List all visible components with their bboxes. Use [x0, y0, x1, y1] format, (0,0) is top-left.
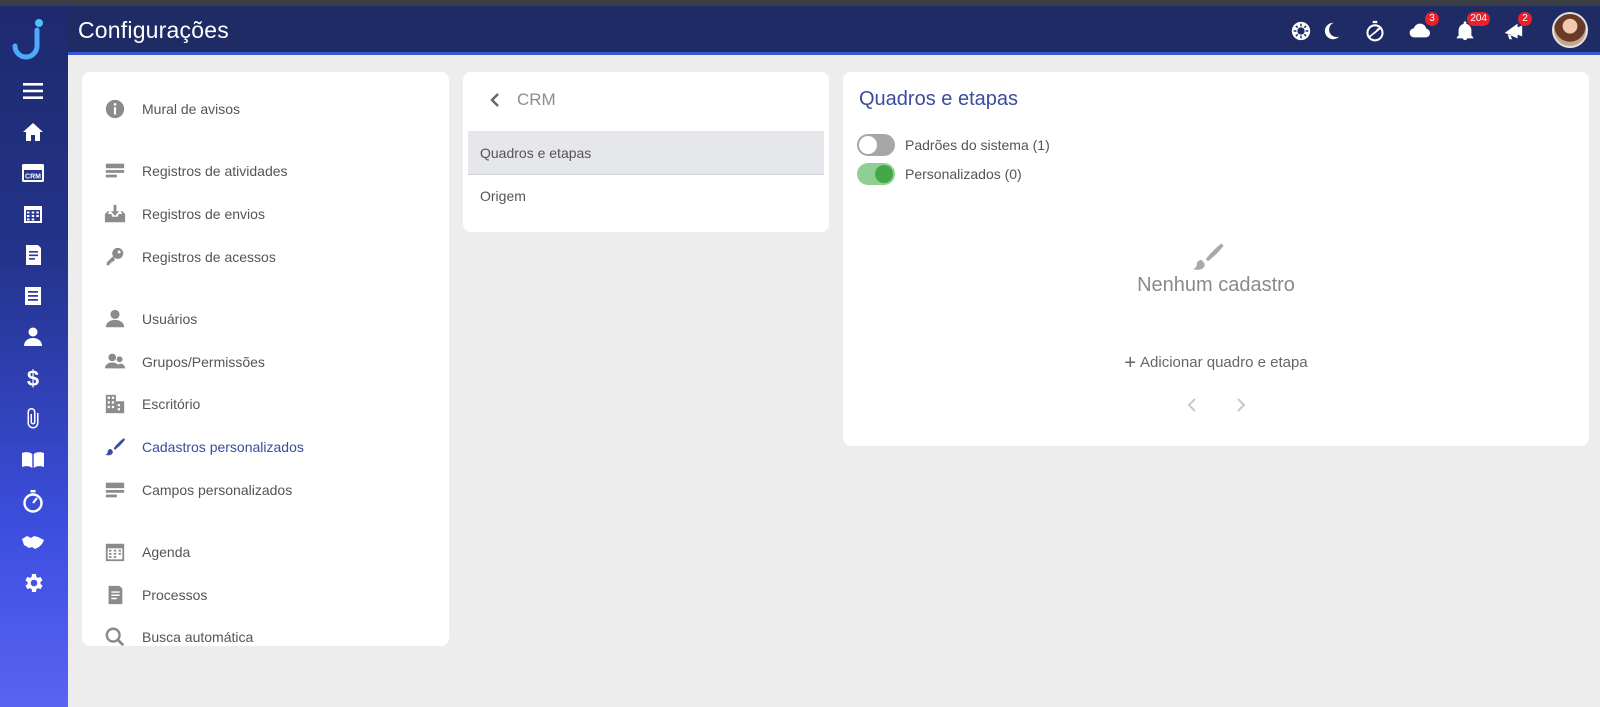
toggle-padroes-do-sistema[interactable]: Padrões do sistema (1) — [857, 134, 1050, 156]
menu-item-registros-de-envios[interactable]: Registros de envios — [102, 199, 265, 229]
user-icon — [102, 306, 128, 332]
app-logo[interactable] — [12, 18, 46, 60]
add-button-label: Adicionar quadro e etapa — [1140, 354, 1308, 371]
hamburger-menu-icon[interactable] — [20, 78, 46, 104]
back-label: CRM — [517, 90, 556, 109]
announcement-badge: 2 — [1518, 12, 1532, 26]
menu-item-busca-automatica[interactable]: Busca automática — [102, 622, 253, 646]
document-list-icon[interactable] — [20, 283, 46, 309]
submenu-item-quadros-e-etapas[interactable]: Quadros e etapas — [468, 131, 824, 175]
search-icon — [102, 624, 128, 646]
announcement-icon[interactable]: 2 — [1500, 12, 1532, 44]
contact-user-icon[interactable] — [20, 324, 46, 350]
handshake-icon[interactable] — [20, 529, 46, 555]
toggle-switch-on[interactable] — [857, 163, 895, 185]
brush-empty-state-icon — [1191, 240, 1225, 274]
add-quadro-etapa-button[interactable]: + Adicionar quadro e etapa — [843, 352, 1589, 375]
crm-submenu-card: CRM Quadros e etapas Origem — [463, 72, 829, 232]
menu-item-usuarios[interactable]: Usuários — [102, 304, 197, 334]
page-title: Configurações — [78, 17, 229, 43]
menu-item-agenda[interactable]: Agenda — [102, 537, 190, 567]
menu-item-label: Processos — [142, 587, 208, 603]
toggle-label: Padrões do sistema (1) — [905, 137, 1050, 153]
crm-icon[interactable]: CRM — [20, 160, 46, 186]
settings-menu-card: Mural de avisos Registros de atividades … — [82, 72, 449, 646]
menu-item-cadastros-personalizados[interactable]: Cadastros personalizados — [102, 432, 304, 462]
menu-item-escritorio[interactable]: Escritório — [102, 389, 200, 419]
menu-item-processos[interactable]: Processos — [102, 580, 207, 610]
chevron-left-icon — [490, 93, 499, 107]
process-doc-icon — [102, 582, 128, 608]
menu-item-label: Registros de acessos — [142, 249, 276, 265]
menu-item-label: Registros de atividades — [142, 163, 288, 179]
menu-item-registros-de-atividades[interactable]: Registros de atividades — [102, 156, 288, 186]
menu-item-label: Agenda — [142, 544, 191, 560]
cloud-badge: 3 — [1425, 12, 1439, 26]
process-doc-icon[interactable] — [20, 242, 46, 268]
light-theme-icon[interactable] — [1288, 18, 1314, 44]
menu-item-mural-de-avisos[interactable]: Mural de avisos — [102, 94, 240, 124]
empty-state-text: Nenhum cadastro — [1137, 274, 1295, 296]
dollar-icon[interactable]: $ — [20, 365, 46, 391]
app-icon-rail: CRM $ — [0, 6, 68, 707]
building-icon — [102, 391, 128, 417]
submenu-item-origem[interactable]: Origem — [468, 174, 824, 218]
menu-item-label: Registros de envios — [142, 206, 265, 222]
menu-item-label: Campos personalizados — [142, 482, 293, 498]
cloud-icon[interactable]: 3 — [1407, 12, 1439, 44]
menu-item-label: Busca automática — [142, 629, 254, 645]
menu-item-label: Escritório — [142, 396, 201, 412]
toggle-switch-off[interactable] — [857, 134, 895, 156]
menu-item-label: Usuários — [142, 311, 198, 327]
menu-item-grupos-permissoes[interactable]: Grupos/Permissões — [102, 347, 265, 377]
plus-icon: + — [1124, 352, 1137, 374]
fields-icon — [102, 477, 128, 503]
brush-icon — [102, 434, 128, 460]
back-to-crm-button[interactable]: CRM — [487, 90, 556, 110]
stopwatch-icon[interactable] — [20, 488, 46, 514]
list-icon — [102, 158, 128, 184]
svg-text:CRM: CRM — [25, 173, 41, 180]
calendar-icon — [102, 539, 128, 565]
info-icon — [102, 96, 128, 122]
attachment-icon[interactable] — [20, 406, 46, 432]
book-icon[interactable] — [20, 447, 46, 473]
panel-title: Quadros e etapas — [859, 88, 1018, 110]
stopwatch-timer-icon[interactable] — [1362, 18, 1388, 44]
menu-item-label: Cadastros personalizados — [142, 439, 304, 455]
settings-gear-icon[interactable] — [20, 570, 46, 596]
svg-text:$: $ — [27, 366, 39, 390]
pagination-prev-icon[interactable] — [1185, 397, 1205, 417]
inbox-download-icon — [102, 201, 128, 227]
users-group-icon — [102, 349, 128, 375]
pagination-next-icon[interactable] — [1232, 397, 1252, 417]
toggle-personalizados[interactable]: Personalizados (0) — [857, 163, 1022, 185]
calendar-icon[interactable] — [20, 201, 46, 227]
bell-badge: 204 — [1467, 12, 1490, 26]
top-header: Configurações 3 204 2 — [68, 6, 1600, 55]
menu-item-registros-de-acessos[interactable]: Registros de acessos — [102, 242, 276, 272]
user-avatar[interactable] — [1552, 12, 1588, 48]
menu-item-campos-personalizados[interactable]: Campos personalizados — [102, 475, 292, 505]
menu-item-label: Mural de avisos — [142, 101, 241, 117]
quadros-etapas-panel: Quadros e etapas Padrões do sistema (1) … — [843, 72, 1589, 446]
menu-item-label: Grupos/Permissões — [142, 354, 265, 370]
home-icon[interactable] — [20, 119, 46, 145]
toggle-label: Personalizados (0) — [905, 166, 1022, 182]
notifications-bell-icon[interactable]: 204 — [1452, 12, 1490, 44]
dark-theme-moon-icon[interactable] — [1318, 18, 1344, 44]
key-icon — [102, 244, 128, 270]
